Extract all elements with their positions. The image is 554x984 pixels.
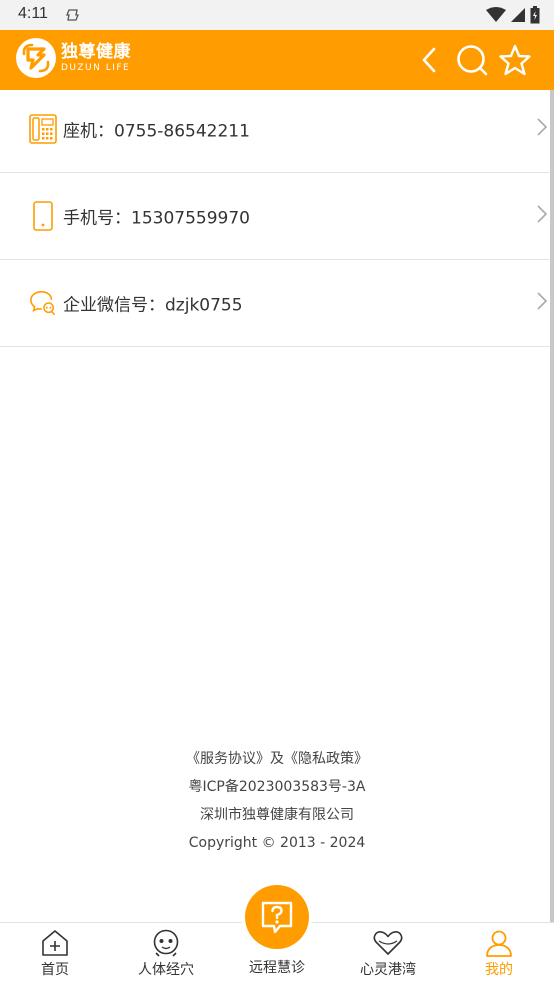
legal-conjunction: 及 bbox=[270, 751, 284, 767]
signal-icon bbox=[511, 8, 525, 22]
nav-label: 首页 bbox=[41, 962, 69, 978]
nav-label: 我的 bbox=[485, 962, 513, 978]
contact-label: 座机： bbox=[63, 121, 114, 142]
user-icon bbox=[484, 929, 514, 957]
contact-label: 企业微信号： bbox=[63, 295, 165, 316]
logo-title: 独尊健康 bbox=[61, 41, 131, 62]
nav-item-heart[interactable]: 心灵港湾 bbox=[333, 923, 443, 984]
app-header: 独尊健康 DUZUN LIFE bbox=[0, 30, 554, 90]
copyright: Copyright © 2013 - 2024 bbox=[188, 835, 366, 851]
search-icon bbox=[457, 45, 488, 76]
contact-value: 15307559970 bbox=[131, 208, 250, 229]
brand-logo: 独尊健康 DUZUN LIFE bbox=[16, 38, 131, 78]
service-agreement-link[interactable]: 《服务协议》 bbox=[186, 751, 270, 767]
contact-label: 手机号： bbox=[63, 208, 131, 229]
nav-item-home[interactable]: 首页 bbox=[0, 923, 110, 984]
remote-consult-button[interactable] bbox=[245, 885, 309, 949]
star-icon bbox=[499, 44, 531, 76]
contact-row-landline[interactable]: 座机：0755-86542211 bbox=[0, 86, 550, 173]
heart-icon bbox=[373, 929, 403, 957]
logo-subtitle: DUZUN LIFE bbox=[61, 62, 131, 73]
footer: 《服务协议》及《隐私政策》 粤ICP备2023003583号-3A 深圳市独尊健… bbox=[0, 745, 554, 857]
legal-links: 《服务协议》及《隐私政策》 bbox=[0, 745, 554, 773]
chevron-right-icon bbox=[536, 117, 548, 141]
logo-mark-icon bbox=[16, 38, 56, 78]
contact-row-wechat[interactable]: 企业微信号：dzjk0755 bbox=[0, 260, 550, 347]
battery-icon bbox=[530, 6, 540, 24]
home-icon bbox=[40, 929, 70, 957]
landline-phone-icon bbox=[29, 114, 57, 144]
nav-item-meridian[interactable]: 人体经穴 bbox=[111, 923, 221, 984]
nav-label: 人体经穴 bbox=[138, 962, 194, 978]
status-icons bbox=[486, 6, 540, 24]
contact-value: 0755-86542211 bbox=[114, 121, 250, 142]
contact-row-mobile[interactable]: 手机号：15307559970 bbox=[0, 173, 550, 260]
icp-record: 粤ICP备2023003583号-3A bbox=[188, 779, 366, 795]
chevron-right-icon bbox=[536, 204, 548, 228]
question-bubble-icon bbox=[261, 901, 293, 934]
contact-text: 手机号：15307559970 bbox=[63, 204, 250, 229]
chevron-left-icon bbox=[422, 47, 436, 73]
meridian-face-icon bbox=[151, 929, 181, 957]
nav-item-profile[interactable]: 我的 bbox=[444, 923, 554, 984]
page: 4:11 独尊健康 DUZUN LIFE 座机：0755-86542211 手机… bbox=[0, 0, 554, 984]
status-bar: 4:11 bbox=[0, 0, 554, 30]
chevron-right-icon bbox=[536, 291, 548, 315]
notification-icon bbox=[66, 7, 80, 26]
contact-text: 座机：0755-86542211 bbox=[63, 117, 250, 142]
favorite-button[interactable] bbox=[495, 40, 535, 80]
wechat-icon bbox=[29, 288, 57, 318]
wifi-icon bbox=[486, 7, 506, 22]
status-time: 4:11 bbox=[18, 5, 48, 22]
contact-text: 企业微信号：dzjk0755 bbox=[63, 291, 243, 316]
back-button[interactable] bbox=[409, 40, 449, 80]
company-name: 深圳市独尊健康有限公司 bbox=[200, 807, 354, 823]
privacy-policy-link[interactable]: 《隐私政策》 bbox=[284, 751, 368, 767]
mobile-phone-icon bbox=[29, 201, 57, 231]
nav-label: 心灵港湾 bbox=[360, 962, 416, 978]
search-button[interactable] bbox=[452, 40, 492, 80]
contact-value: dzjk0755 bbox=[165, 295, 243, 316]
nav-label-remote-consult[interactable]: 远程慧诊 bbox=[232, 957, 322, 977]
